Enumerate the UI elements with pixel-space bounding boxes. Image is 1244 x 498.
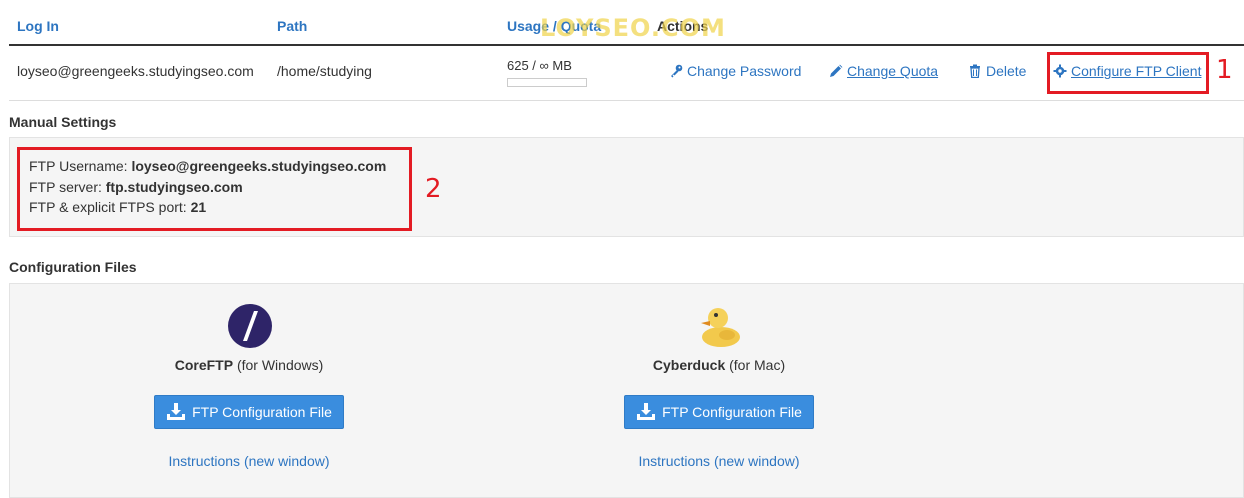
highlight-box-2 xyxy=(17,147,412,231)
cyberduck-name: Cyberduck xyxy=(652,357,726,373)
cyberduck-download-button[interactable]: FTP Configuration File xyxy=(624,395,814,429)
coreftp-download-label: FTP Configuration File xyxy=(192,404,332,420)
login-cell: loyseo@greengeeks.studyingseo.com xyxy=(17,63,254,79)
usage-text: 625 / ∞ MB xyxy=(507,58,572,73)
header-divider xyxy=(9,44,1244,46)
annotation-marker-2: 2 xyxy=(425,174,442,204)
coreftp-instructions-link[interactable]: Instructions (new window) xyxy=(129,453,369,469)
manual-settings-title: Manual Settings xyxy=(9,114,117,130)
coreftp-logo-icon xyxy=(228,304,272,348)
column-header-path[interactable]: Path xyxy=(277,18,307,34)
delete-label: Delete xyxy=(986,63,1027,79)
key-icon xyxy=(671,64,683,78)
coreftp-platform: (for Windows) xyxy=(236,357,324,373)
highlight-box-1 xyxy=(1047,52,1209,94)
change-quota-label: Change Quota xyxy=(847,63,939,79)
delete-link[interactable]: Delete xyxy=(968,63,1026,79)
cyberduck-title: Cyberduck (for Mac) xyxy=(599,357,839,373)
cyberduck-logo-icon xyxy=(701,308,740,347)
watermark: LOYSEO.COM xyxy=(540,14,726,42)
coreftp-title: CoreFTP (for Windows) xyxy=(129,357,369,373)
column-header-login[interactable]: Log In xyxy=(17,18,59,34)
trash-icon xyxy=(970,64,980,78)
annotation-marker-1: 1 xyxy=(1216,55,1233,85)
coreftp-name: CoreFTP xyxy=(174,357,234,373)
change-password-link[interactable]: Change Password xyxy=(669,63,801,79)
download-icon xyxy=(167,403,186,420)
usage-bar xyxy=(507,78,587,87)
pencil-icon xyxy=(830,64,843,77)
configuration-files-title: Configuration Files xyxy=(9,259,137,275)
change-password-label: Change Password xyxy=(687,63,802,79)
cyberduck-instructions-link[interactable]: Instructions (new window) xyxy=(599,453,839,469)
row-divider xyxy=(9,100,1244,101)
change-quota-link[interactable]: Change Quota xyxy=(829,63,938,79)
download-icon xyxy=(637,403,656,420)
cyberduck-platform: (for Mac) xyxy=(729,357,786,373)
cyberduck-download-label: FTP Configuration File xyxy=(662,404,802,420)
path-cell: /home/studying xyxy=(277,63,372,79)
coreftp-download-button[interactable]: FTP Configuration File xyxy=(154,395,344,429)
